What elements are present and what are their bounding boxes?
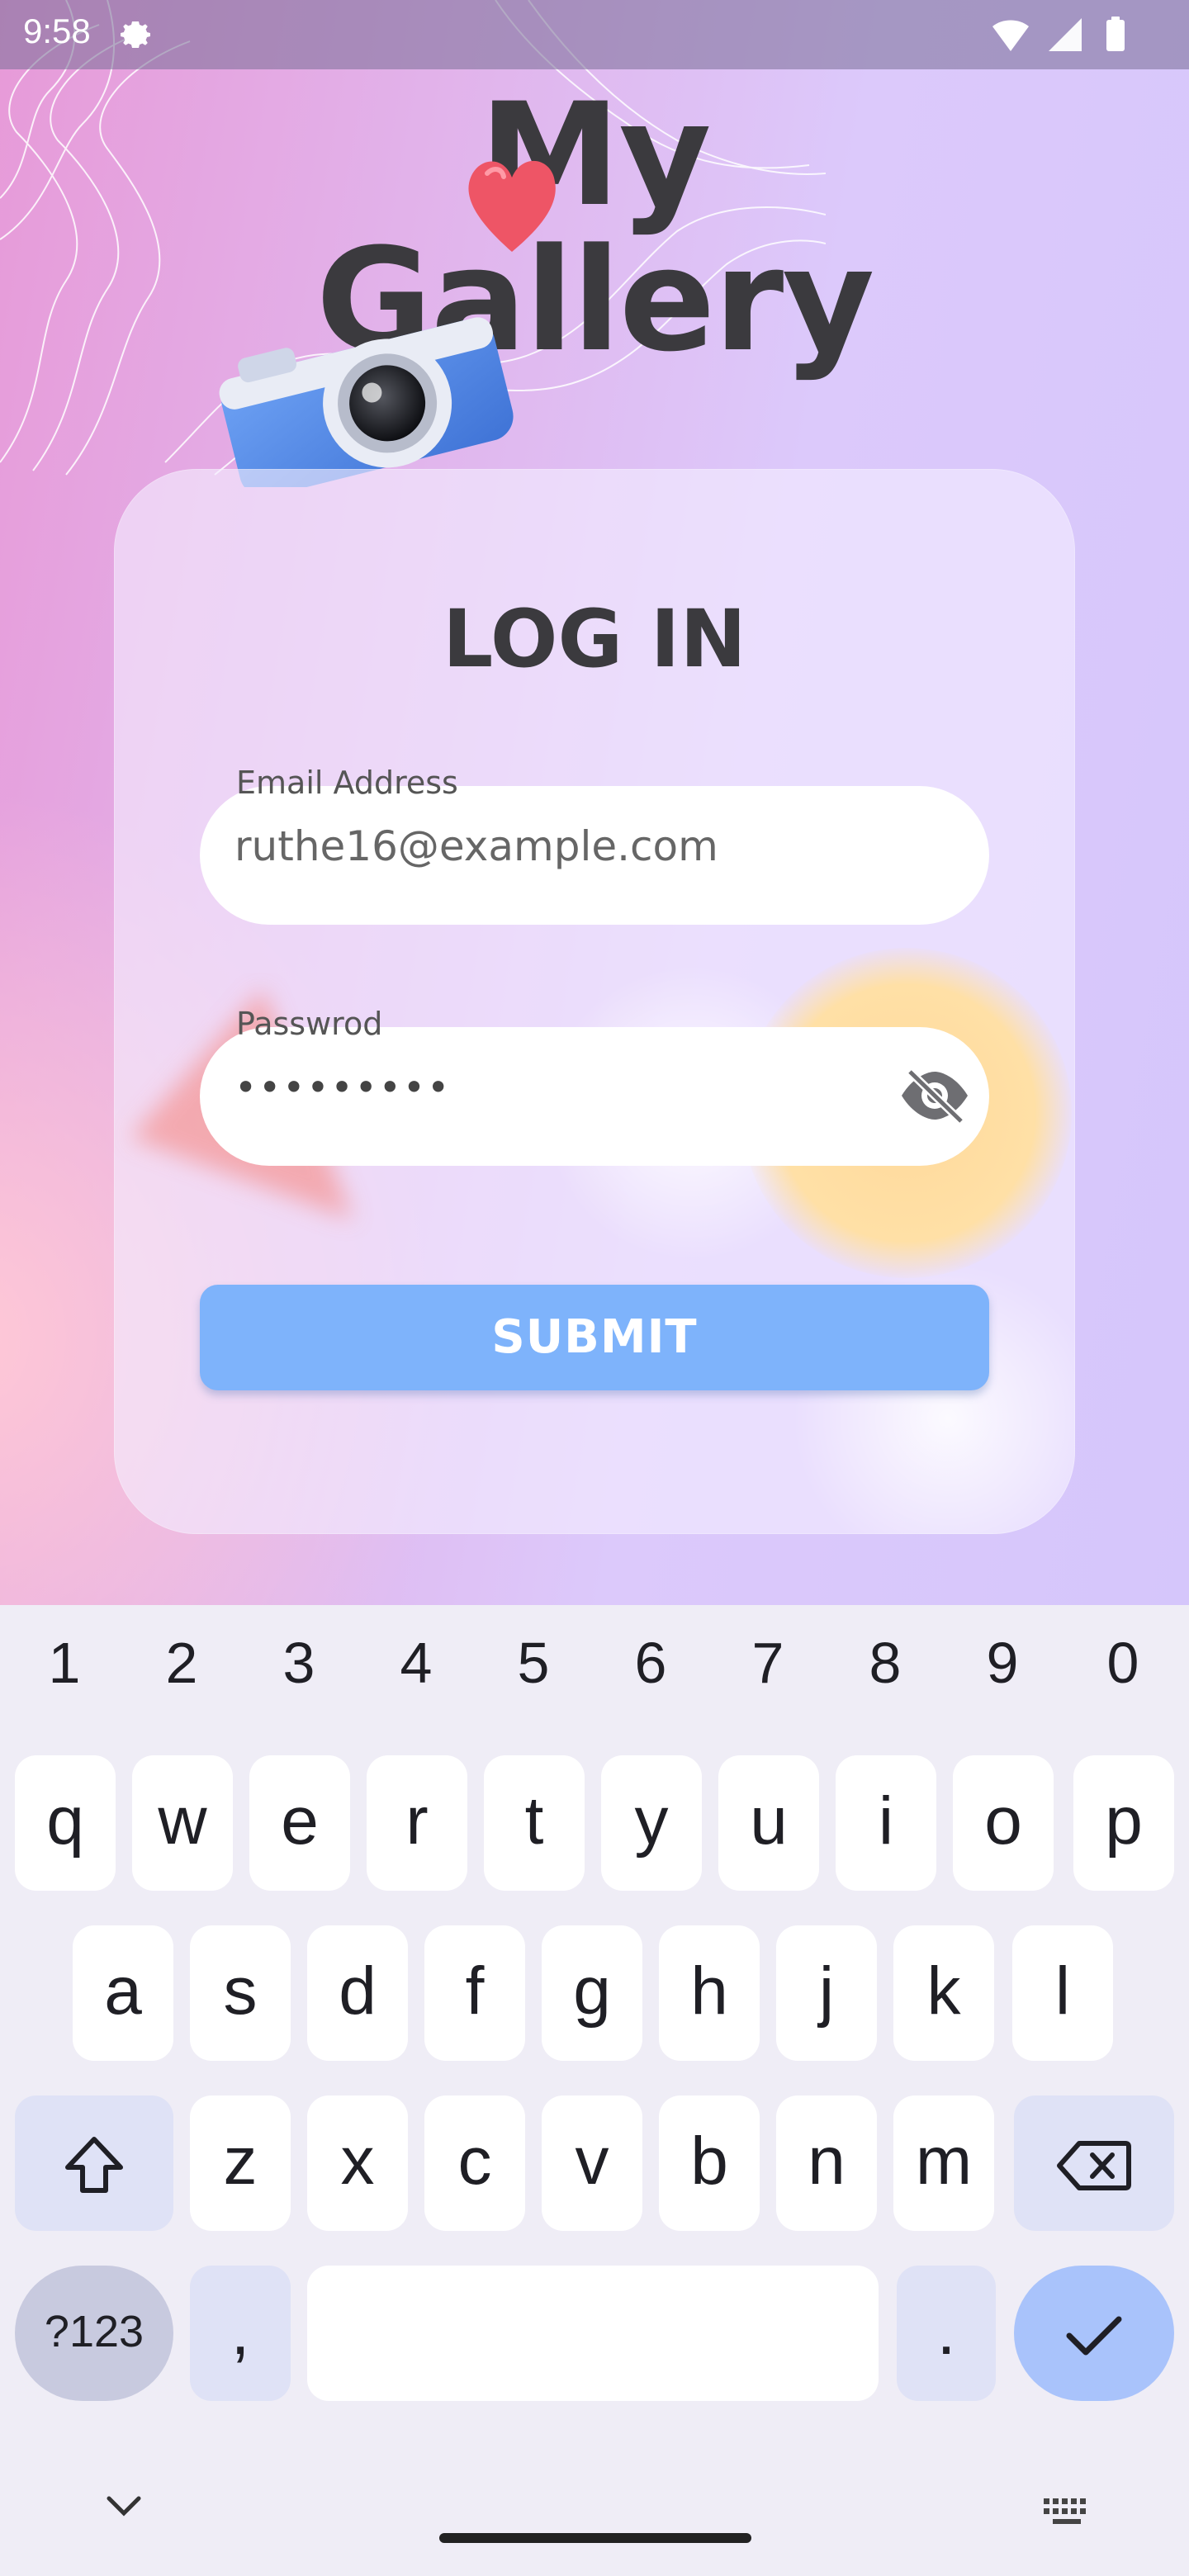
key-e[interactable]: e	[249, 1755, 350, 1891]
key-5[interactable]: 5	[484, 1630, 583, 1696]
key-0[interactable]: 0	[1073, 1630, 1172, 1696]
key-f[interactable]: f	[424, 1925, 525, 2061]
key-p[interactable]: p	[1073, 1755, 1174, 1891]
key-h[interactable]: h	[659, 1925, 760, 2061]
home-indicator[interactable]	[439, 2533, 751, 2543]
chevron-down-icon[interactable]	[104, 2493, 144, 2522]
password-field[interactable]: •••••••••	[200, 1027, 989, 1166]
status-time: 9:58	[23, 12, 91, 50]
key-8[interactable]: 8	[836, 1630, 935, 1696]
key-4[interactable]: 4	[367, 1630, 466, 1696]
symbols-key[interactable]: ?123	[15, 2266, 173, 2401]
app-title-line1: My	[479, 72, 711, 238]
soft-keyboard: 1 2 3 4 5 6 7 8 9 0 q w e r t y u i o p …	[0, 1605, 1189, 2576]
key-l[interactable]: l	[1012, 1925, 1113, 2061]
battery-icon	[1106, 17, 1125, 51]
key-2[interactable]: 2	[132, 1630, 231, 1696]
status-bar: 9:58	[0, 0, 1189, 69]
heart-icon	[462, 149, 561, 259]
key-m[interactable]: m	[893, 2095, 994, 2231]
backspace-key[interactable]	[1014, 2095, 1174, 2231]
key-y[interactable]: y	[601, 1755, 702, 1891]
signal-icon	[1049, 18, 1082, 51]
eye-off-icon[interactable]	[898, 1067, 971, 1128]
key-r[interactable]: r	[367, 1755, 467, 1891]
key-x[interactable]: x	[307, 2095, 408, 2231]
backspace-icon	[1057, 2141, 1131, 2191]
key-1[interactable]: 1	[15, 1630, 114, 1696]
key-u[interactable]: u	[718, 1755, 819, 1891]
password-input-value[interactable]: •••••••••	[234, 1065, 451, 1110]
key-9[interactable]: 9	[953, 1630, 1052, 1696]
key-d[interactable]: d	[307, 1925, 408, 2061]
key-s[interactable]: s	[190, 1925, 291, 2061]
settings-gear-icon	[116, 15, 155, 58]
period-key[interactable]: .	[897, 2266, 996, 2401]
shift-key[interactable]	[15, 2095, 173, 2231]
key-7[interactable]: 7	[718, 1630, 817, 1696]
key-g[interactable]: g	[542, 1925, 642, 2061]
key-b[interactable]: b	[659, 2095, 760, 2231]
space-key[interactable]	[307, 2266, 879, 2401]
key-6[interactable]: 6	[601, 1630, 700, 1696]
key-w[interactable]: w	[132, 1755, 233, 1891]
key-n[interactable]: n	[776, 2095, 877, 2231]
key-i[interactable]: i	[836, 1755, 936, 1891]
app-title: My Gallery	[0, 83, 1189, 373]
camera-icon	[206, 297, 520, 497]
keyboard-icon[interactable]	[1042, 2497, 1092, 2530]
system-icons	[991, 15, 1156, 58]
key-v[interactable]: v	[542, 2095, 642, 2231]
email-label: Email Address	[236, 765, 458, 801]
key-t[interactable]: t	[484, 1755, 585, 1891]
email-input-value[interactable]: ruthe16@example.com	[234, 822, 718, 870]
key-k[interactable]: k	[893, 1925, 994, 2061]
done-key[interactable]	[1014, 2266, 1174, 2401]
email-field[interactable]: ruthe16@example.com	[200, 786, 989, 925]
submit-button[interactable]: SUBMIT	[200, 1285, 989, 1390]
password-label: Passwrod	[236, 1006, 383, 1042]
key-j[interactable]: j	[776, 1925, 877, 2061]
key-a[interactable]: a	[73, 1925, 173, 2061]
login-card: LOG IN ruthe16@example.com Email Address…	[114, 469, 1075, 1534]
login-heading: LOG IN	[443, 593, 746, 685]
key-q[interactable]: q	[15, 1755, 116, 1891]
app-title-line2: Gallery	[315, 217, 875, 383]
key-z[interactable]: z	[190, 2095, 291, 2231]
comma-key[interactable]: ,	[190, 2266, 291, 2401]
key-c[interactable]: c	[424, 2095, 525, 2231]
wifi-icon	[992, 20, 1029, 51]
checkmark-icon	[1066, 2316, 1122, 2356]
shift-icon	[65, 2137, 123, 2194]
key-3[interactable]: 3	[249, 1630, 348, 1696]
key-o[interactable]: o	[953, 1755, 1054, 1891]
